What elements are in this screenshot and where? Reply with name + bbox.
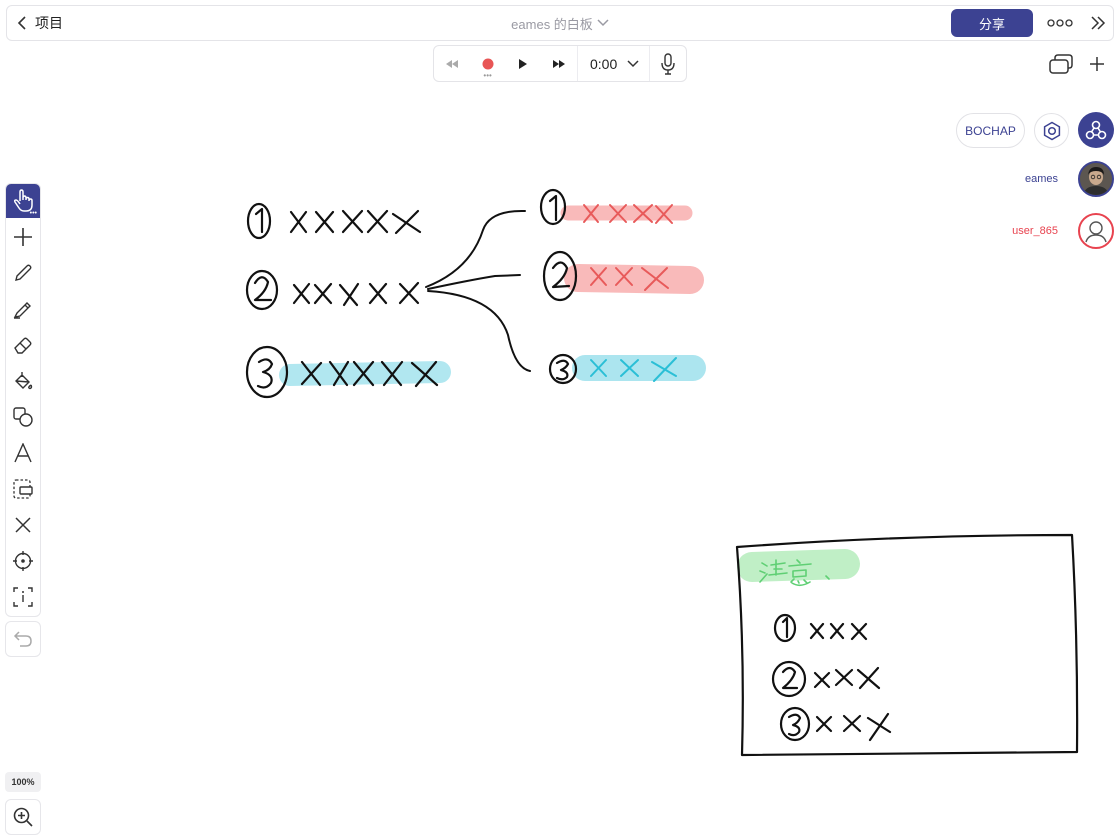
cross-icon <box>15 517 31 533</box>
pen-tool[interactable] <box>6 256 40 290</box>
highlight-red-2 <box>564 264 704 294</box>
chevron-left-icon <box>17 16 26 30</box>
play-button[interactable] <box>506 46 542 81</box>
right-list-drawing <box>539 188 578 385</box>
record-button[interactable]: ••• <box>470 46 506 81</box>
text-icon <box>14 443 32 463</box>
laser-tool[interactable] <box>6 508 40 542</box>
pages-button[interactable] <box>1044 47 1078 81</box>
time-display: 0:00 <box>590 55 618 72</box>
share-button[interactable]: 分享 <box>951 9 1033 37</box>
time-selector[interactable]: 0:00 <box>577 46 651 81</box>
rewind-icon <box>445 59 458 68</box>
record-icon <box>482 58 494 69</box>
note-green-heading <box>759 559 830 587</box>
eraser-icon <box>14 337 32 354</box>
highlight-green-note <box>737 549 860 582</box>
rewind-button[interactable] <box>434 46 470 81</box>
select-text-icon <box>13 587 33 607</box>
collaborators-icon <box>1085 120 1107 140</box>
fast-forward-icon <box>553 59 566 68</box>
marker-tool[interactable] <box>6 292 40 326</box>
add-tool[interactable] <box>6 220 40 254</box>
chevron-down-icon <box>597 19 609 27</box>
top-bar: 项目 eames 的白板 分享 <box>6 5 1114 41</box>
record-options-dots: ••• <box>483 71 492 80</box>
shapes-tool[interactable] <box>6 400 40 434</box>
highlight-cyan-left <box>279 361 451 386</box>
left-toolbar: ••• <box>5 183 41 617</box>
plus-icon <box>14 228 32 246</box>
note-drawing <box>735 533 1079 757</box>
undo-button[interactable] <box>5 621 41 657</box>
workspace-button[interactable]: BOCHAP <box>956 113 1025 148</box>
pen-icon <box>15 264 32 281</box>
user-name-eames: eames <box>1024 173 1058 185</box>
pages-icon <box>1049 54 1073 74</box>
fill-tool[interactable] <box>6 364 40 398</box>
frame-icon <box>13 479 33 499</box>
collaborators-button[interactable] <box>1078 112 1114 148</box>
select-text-tool[interactable] <box>6 580 40 614</box>
board-title: eames 的白板 <box>7 6 1113 40</box>
zoom-level[interactable]: 100% <box>5 772 41 792</box>
expand-panel-button[interactable] <box>1085 9 1111 37</box>
right-cyan-marks <box>590 357 677 382</box>
fill-icon <box>15 372 33 390</box>
target-icon <box>13 551 33 571</box>
plus-icon <box>1090 57 1104 71</box>
marker-icon <box>13 302 31 319</box>
frame-tool[interactable] <box>6 472 40 506</box>
more-options-button[interactable] <box>1043 9 1077 37</box>
avatar-user-865[interactable] <box>1078 213 1114 249</box>
hand-tool[interactable]: ••• <box>6 184 40 218</box>
undo-icon <box>13 631 32 647</box>
text-tool[interactable] <box>6 436 40 470</box>
microphone-icon <box>661 52 675 75</box>
settings-button[interactable] <box>1034 113 1069 148</box>
play-icon <box>519 58 528 69</box>
more-dots-icon <box>1047 19 1073 27</box>
eraser-tool[interactable] <box>6 328 40 362</box>
right-red-marks <box>583 204 673 291</box>
board-title-dropdown[interactable]: eames 的白板 <box>511 14 609 33</box>
microphone-button[interactable] <box>650 46 686 81</box>
back-button[interactable]: 项目 <box>17 6 63 40</box>
connector-lines <box>425 209 531 372</box>
shapes-icon <box>13 407 33 427</box>
back-label: 项目 <box>35 15 63 31</box>
chevron-down-icon <box>627 59 639 67</box>
user-icon <box>1085 221 1107 243</box>
left-list-drawing <box>245 202 439 399</box>
playback-controls: ••• 0:00 <box>433 45 687 82</box>
board-title-text: eames 的白板 <box>511 16 593 32</box>
zoom-button[interactable] <box>5 799 41 835</box>
hand-tool-options-dots: ••• <box>29 210 37 217</box>
zoom-in-icon <box>13 807 33 827</box>
locate-tool[interactable] <box>6 544 40 578</box>
avatar-eames[interactable] <box>1078 161 1114 197</box>
whiteboard-canvas <box>245 188 1079 757</box>
gear-icon <box>1043 121 1060 140</box>
add-page-button[interactable] <box>1080 47 1114 81</box>
user-photo-icon <box>1080 163 1112 195</box>
double-chevron-right-icon <box>1091 16 1106 30</box>
user-name-865: user_865 <box>1012 225 1058 237</box>
fast-forward-button[interactable] <box>541 46 577 81</box>
